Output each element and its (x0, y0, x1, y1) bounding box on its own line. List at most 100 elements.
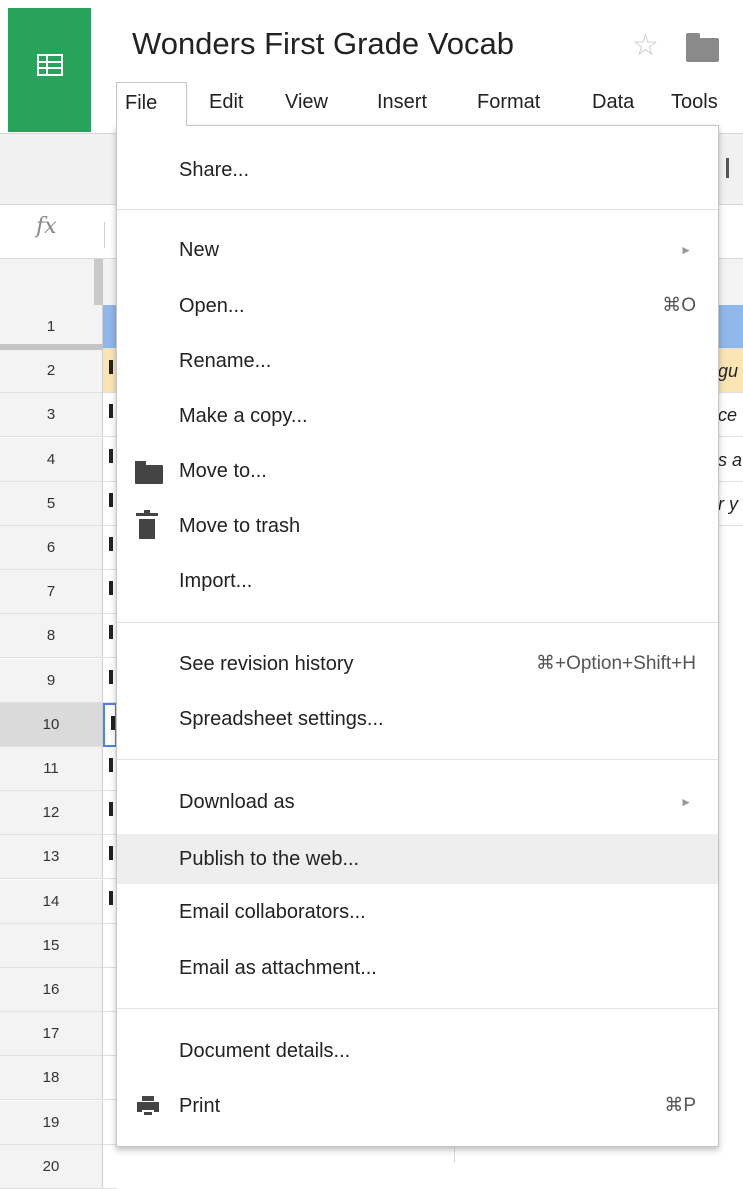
row-header[interactable]: 3 (0, 393, 103, 437)
fx-icon: fx (36, 214, 57, 239)
cell-text-fragment (109, 625, 113, 639)
menu-item-share[interactable]: Share... (117, 150, 718, 190)
menu-item-publish-to-web[interactable]: Publish to the web... (117, 834, 718, 884)
folder-icon[interactable] (686, 33, 719, 62)
menu-item-spreadsheet-settings[interactable]: Spreadsheet settings... (117, 699, 718, 739)
cell[interactable] (103, 1101, 117, 1145)
frozen-row-divider[interactable] (0, 344, 103, 350)
file-menu: Share... New ► Open... ⌘O Rename... Make a… (116, 125, 719, 1147)
cell[interactable] (103, 703, 117, 747)
document-title[interactable]: Wonders First Grade Vocab (132, 26, 514, 62)
menu-separator (117, 209, 718, 210)
cell[interactable] (103, 880, 117, 924)
row-header[interactable]: 20 (0, 1145, 103, 1189)
cell[interactable] (103, 482, 117, 526)
row-header[interactable]: 11 (0, 747, 103, 791)
menu-item-revision-history[interactable]: See revision history ⌘+Option+Shift+H (117, 644, 718, 684)
cell[interactable] (103, 747, 117, 791)
menu-data[interactable]: Data (592, 82, 634, 126)
cell[interactable] (103, 968, 117, 1012)
cell[interactable] (103, 526, 117, 570)
cell[interactable] (718, 305, 743, 349)
menu-edit[interactable]: Edit (209, 82, 243, 126)
cell-text-fragment (109, 846, 113, 860)
cell[interactable] (103, 835, 117, 879)
printer-icon (137, 1096, 159, 1117)
menu-bar: File Edit View Insert Format Data Tools (116, 82, 743, 126)
cell[interactable]: ce (718, 393, 743, 437)
cell[interactable]: gu (718, 349, 743, 393)
menu-file[interactable]: File (116, 82, 187, 126)
menu-separator (117, 622, 718, 623)
row-header[interactable]: 13 (0, 835, 103, 879)
row-header[interactable]: 8 (0, 614, 103, 658)
cell[interactable] (103, 614, 117, 658)
cell[interactable] (103, 1012, 117, 1056)
row-header[interactable]: 1 (0, 305, 103, 349)
sheets-logo-icon[interactable] (8, 8, 91, 132)
row-header[interactable]: 19 (0, 1101, 103, 1145)
menu-item-email-attachment[interactable]: Email as attachment... (117, 948, 718, 988)
row-header[interactable]: 6 (0, 526, 103, 570)
menu-item-move-to[interactable]: Move to... (117, 451, 718, 491)
cell-text-fragment (109, 493, 113, 507)
row-header[interactable]: 15 (0, 924, 103, 968)
menu-item-open[interactable]: Open... ⌘O (117, 286, 718, 326)
menu-tools[interactable]: Tools (671, 82, 718, 126)
grid-line (454, 1147, 455, 1163)
row-header[interactable]: 10 (0, 703, 103, 747)
menu-insert[interactable]: Insert (377, 82, 427, 126)
menu-item-rename[interactable]: Rename... (117, 341, 718, 381)
menu-item-email-collaborators[interactable]: Email collaborators... (117, 892, 718, 932)
menu-view[interactable]: View (285, 82, 328, 126)
cell[interactable] (103, 1145, 117, 1189)
submenu-arrow-icon: ► (680, 243, 692, 257)
row-header[interactable]: 17 (0, 1012, 103, 1056)
cell[interactable] (103, 791, 117, 835)
row-header[interactable]: 7 (0, 570, 103, 614)
menu-item-new[interactable]: New ► (117, 230, 718, 270)
cell[interactable] (103, 1056, 117, 1100)
formula-bar-divider (104, 222, 105, 248)
menu-item-move-to-trash[interactable]: Move to trash (117, 506, 718, 546)
cell-text-fragment (109, 449, 113, 463)
cell[interactable] (103, 924, 117, 968)
cell-text-fragment (109, 802, 113, 816)
menu-item-make-copy[interactable]: Make a copy... (117, 396, 718, 436)
cell[interactable] (103, 438, 117, 482)
cell-text-fragment (109, 670, 113, 684)
cell[interactable] (103, 305, 117, 349)
cell[interactable]: s a (718, 438, 743, 482)
menu-separator (117, 1008, 718, 1009)
cell[interactable] (103, 349, 117, 393)
cell-text-fragment (109, 581, 113, 595)
cell[interactable] (103, 659, 117, 703)
cell-text-fragment (109, 404, 113, 418)
cell-text-fragment (109, 537, 113, 551)
row-header[interactable]: 5 (0, 482, 103, 526)
menu-item-print[interactable]: Print ⌘P (117, 1086, 718, 1126)
cell[interactable] (103, 570, 117, 614)
cell[interactable]: r y (718, 482, 743, 526)
selected-column-indicator (94, 259, 103, 305)
row-header[interactable]: 16 (0, 968, 103, 1012)
row-header[interactable]: 4 (0, 438, 103, 482)
submenu-arrow-icon: ► (680, 795, 692, 809)
cell[interactable] (103, 393, 117, 437)
menu-item-import[interactable]: Import... (117, 561, 718, 601)
menu-separator (117, 759, 718, 760)
cell-text-fragment (109, 758, 113, 772)
star-icon[interactable]: ☆ (632, 28, 659, 63)
menu-format[interactable]: Format (477, 82, 540, 126)
row-header[interactable]: 12 (0, 791, 103, 835)
row-header[interactable]: 2 (0, 349, 103, 393)
row-header[interactable]: 14 (0, 880, 103, 924)
folder-icon (135, 461, 163, 484)
cell-text-fragment (109, 360, 113, 374)
row-header[interactable]: 18 (0, 1056, 103, 1100)
menu-item-document-details[interactable]: Document details... (117, 1031, 718, 1071)
row-header[interactable]: 9 (0, 659, 103, 703)
menu-item-download-as[interactable]: Download as ► (117, 782, 718, 822)
cell-text-fragment (111, 716, 115, 730)
cell-text-fragment (109, 891, 113, 905)
